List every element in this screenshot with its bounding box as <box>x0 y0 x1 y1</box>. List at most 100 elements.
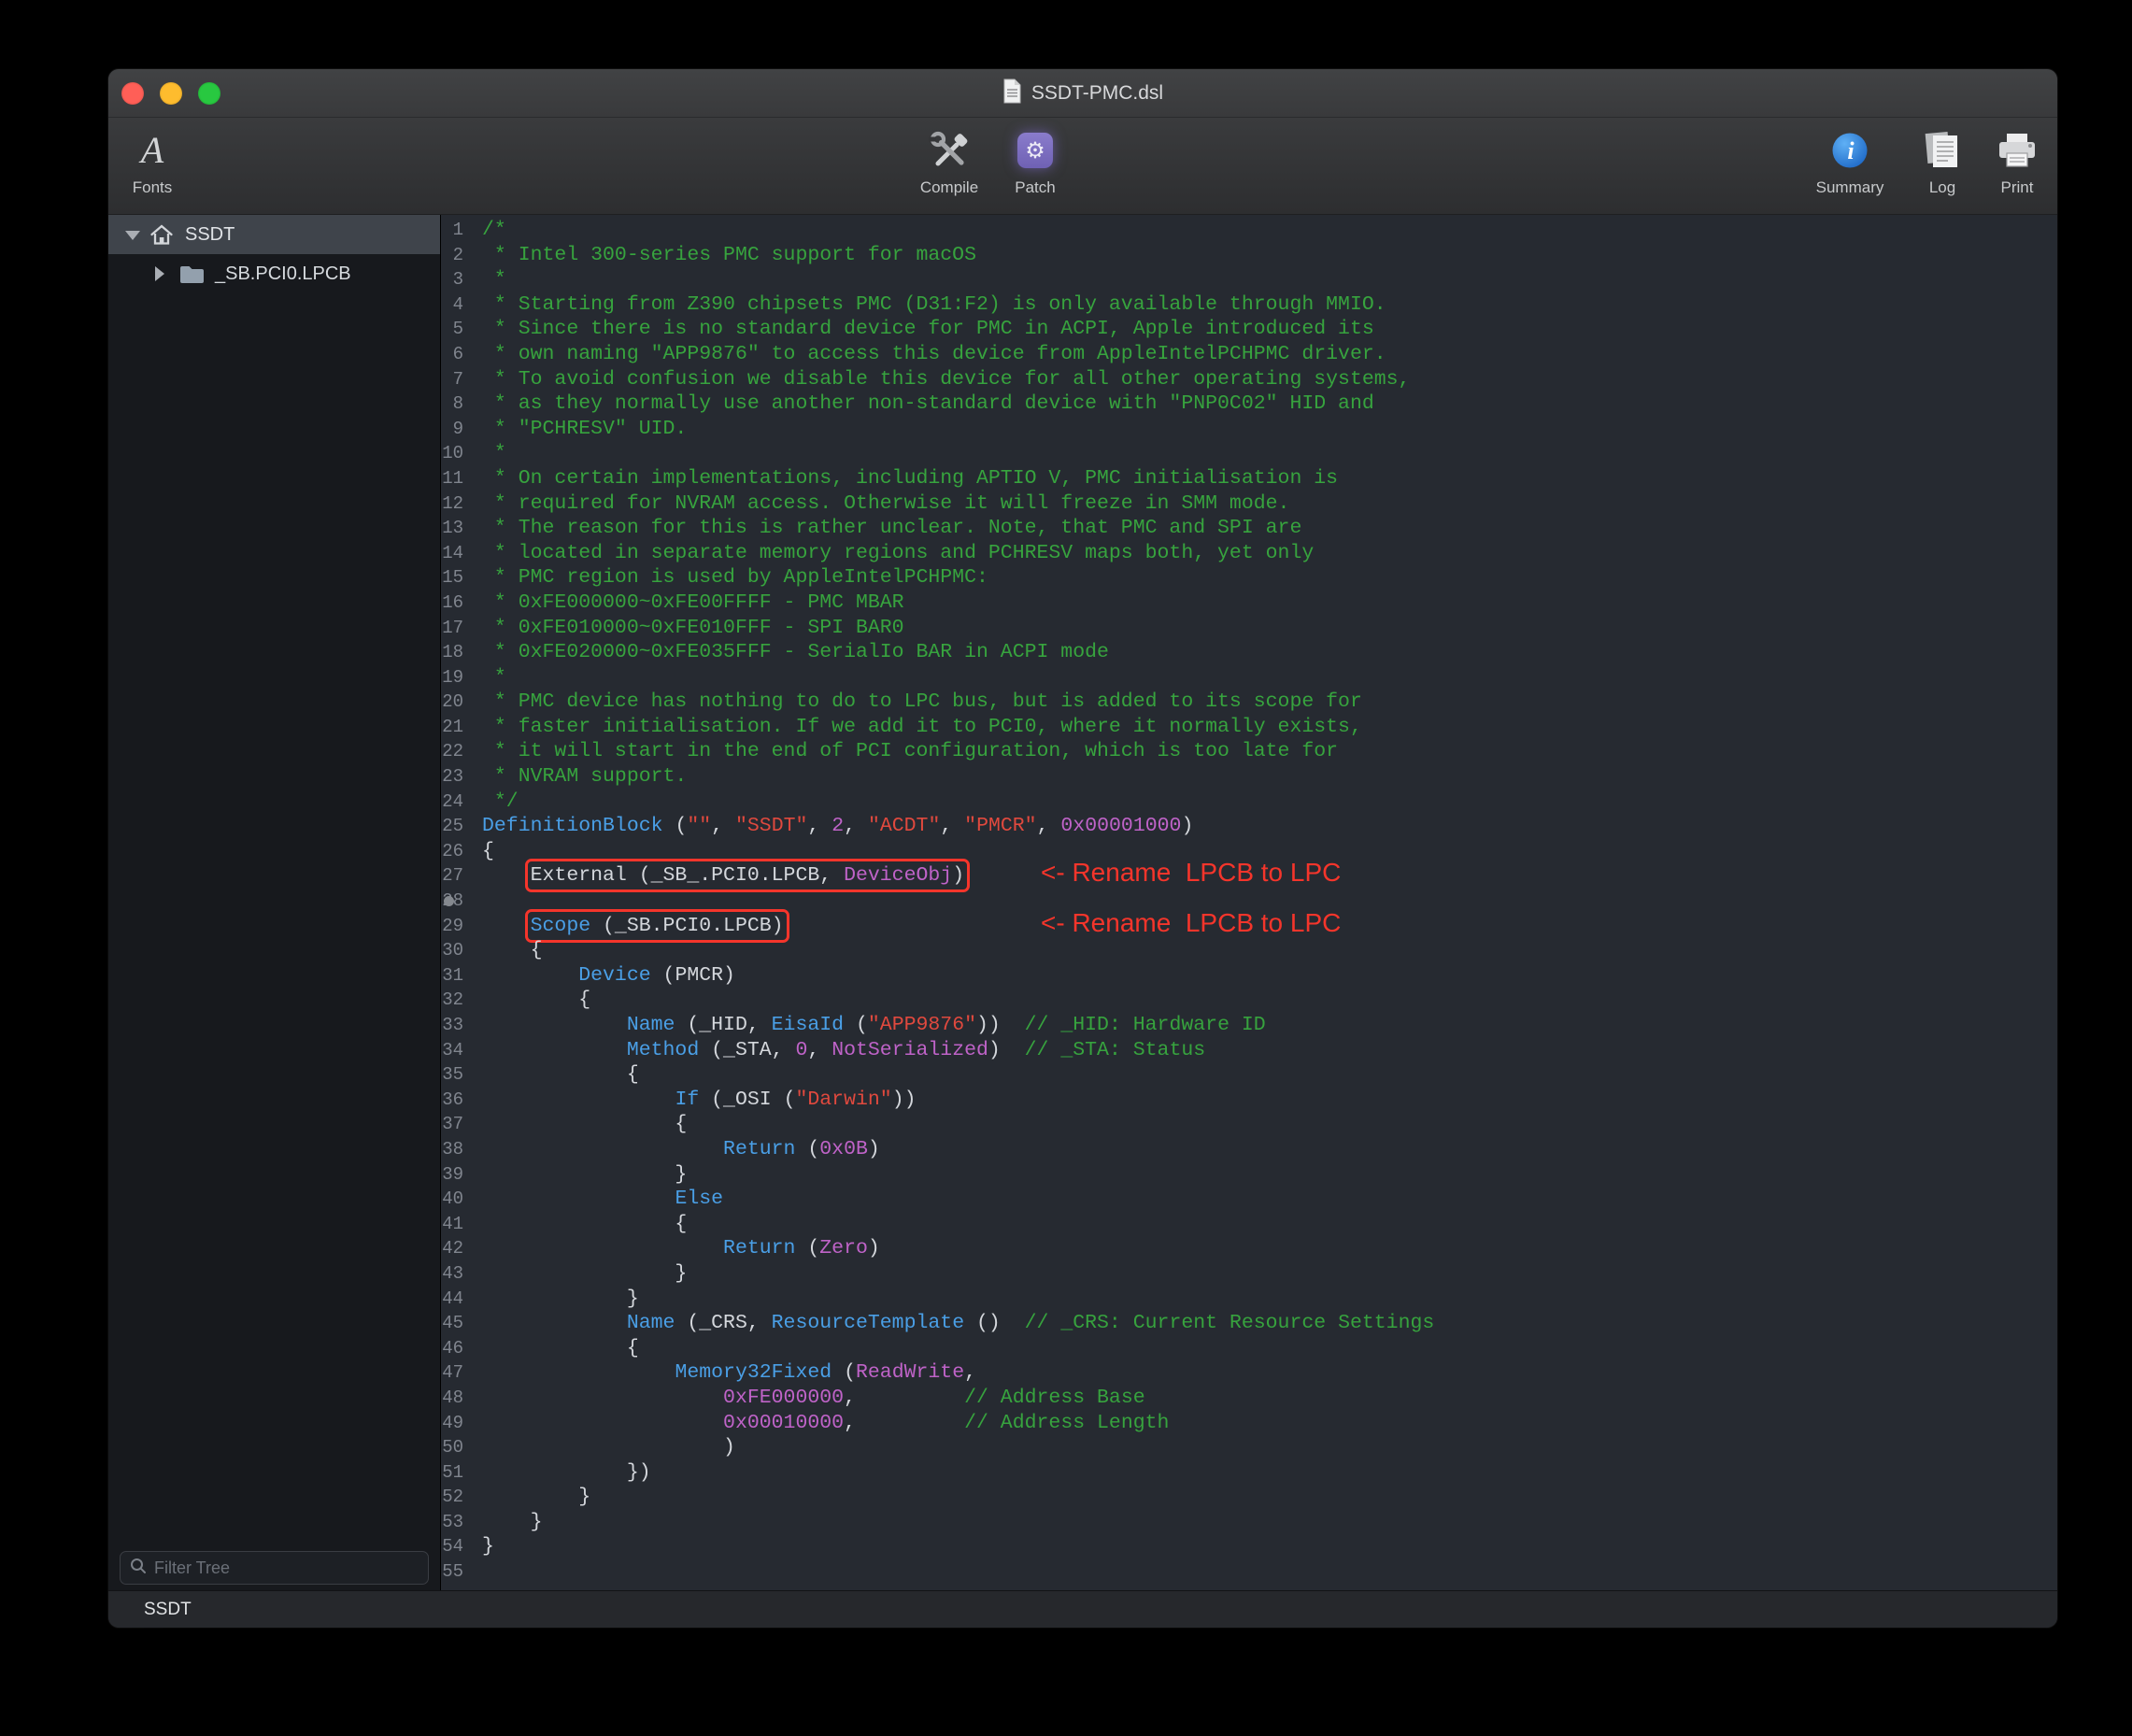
code-line: 6 * own naming "APP9876" to access this … <box>441 342 2057 367</box>
summary-label: Summary <box>1816 178 1884 197</box>
main-content: SSDT _SB.PCI0.LPCB <box>108 215 2057 1590</box>
traffic-lights <box>121 82 220 105</box>
code-line: 15 * PMC region is used by AppleIntelPCH… <box>441 565 2057 591</box>
line-number: 42 <box>441 1236 482 1261</box>
code-line: 27 External (_SB_.PCI0.LPCB, DeviceObj)<… <box>441 863 2057 889</box>
line-number: 51 <box>441 1460 482 1486</box>
line-number: 35 <box>441 1062 482 1088</box>
close-button[interactable] <box>121 82 144 105</box>
code-line: 34 Method (_STA, 0, NotSerialized) // _S… <box>441 1038 2057 1063</box>
line-number: 2 <box>441 243 482 268</box>
code-editor[interactable]: 1/*2 * Intel 300-series PMC support for … <box>441 215 2057 1590</box>
printer-icon <box>1996 124 2039 176</box>
annotation-box: External (_SB_.PCI0.LPCB, DeviceObj) <box>531 864 965 887</box>
code-line: 10 * <box>441 441 2057 466</box>
summary-button[interactable]: i Summary <box>1811 124 1889 197</box>
code-line: 17 * 0xFE010000~0xFE010FFF - SPI BAR0 <box>441 616 2057 641</box>
line-number: 1 <box>441 218 482 243</box>
code-line: 2 * Intel 300-series PMC support for mac… <box>441 243 2057 268</box>
annotation-box: Scope (_SB.PCI0.LPCB) <box>531 915 784 937</box>
line-number: 47 <box>441 1360 482 1386</box>
code-line: 19 * <box>441 665 2057 690</box>
filter-tree-input[interactable] <box>154 1558 419 1578</box>
search-icon <box>130 1558 147 1579</box>
filter-tree-box <box>120 1551 429 1585</box>
sidebar-item-sb-pci0-lpcb[interactable]: _SB.PCI0.LPCB <box>108 254 440 293</box>
zoom-button[interactable] <box>198 82 220 105</box>
compile-button[interactable]: Compile <box>910 124 988 197</box>
log-label: Log <box>1929 178 1955 197</box>
code-line: 5 * Since there is no standard device fo… <box>441 317 2057 342</box>
sidebar-item-ssdt[interactable]: SSDT <box>108 215 440 254</box>
code-line: 12 * required for NVRAM access. Otherwis… <box>441 491 2057 517</box>
line-number: 23 <box>441 764 482 790</box>
code-line: 38 Return (0x0B) <box>441 1137 2057 1162</box>
code-line: 13 * The reason for this is rather uncle… <box>441 516 2057 541</box>
patch-label: Patch <box>1015 178 1055 197</box>
line-number: 15 <box>441 565 482 591</box>
line-number: 7 <box>441 367 482 392</box>
line-number: 6 <box>441 342 482 367</box>
line-number: 19 <box>441 665 482 690</box>
toolbar: A Fonts Compile ⚙ Patch <box>108 118 2057 215</box>
code-line: 23 * NVRAM support. <box>441 764 2057 790</box>
fonts-icon: A <box>141 132 163 169</box>
svg-text:i: i <box>1847 137 1855 164</box>
disclosure-triangle-down-icon[interactable] <box>125 231 140 240</box>
line-number: 41 <box>441 1212 482 1237</box>
line-number: 10 <box>441 441 482 466</box>
patch-button[interactable]: ⚙ Patch <box>996 124 1074 197</box>
sidebar: SSDT _SB.PCI0.LPCB <box>108 215 441 1590</box>
disclosure-triangle-right-icon[interactable] <box>155 266 164 281</box>
code-line: 44 } <box>441 1287 2057 1312</box>
info-icon: i <box>1831 124 1869 176</box>
line-number: 12 <box>441 491 482 517</box>
line-number: 17 <box>441 616 482 641</box>
status-text: SSDT <box>144 1600 192 1620</box>
line-marker-dot <box>444 896 454 906</box>
code-line: 25DefinitionBlock ("", "SSDT", 2, "ACDT"… <box>441 814 2057 839</box>
line-number: 20 <box>441 690 482 715</box>
code-line: 51 }) <box>441 1460 2057 1486</box>
line-number: 22 <box>441 739 482 764</box>
code-line: 8 * as they normally use another non-sta… <box>441 391 2057 417</box>
window-title: SSDT-PMC.dsl <box>1031 82 1163 105</box>
window-title-group: SSDT-PMC.dsl <box>1002 78 1163 108</box>
code-line: 55 <box>441 1559 2057 1585</box>
code-line: 39 } <box>441 1162 2057 1188</box>
line-number: 43 <box>441 1261 482 1287</box>
line-number: 13 <box>441 516 482 541</box>
line-number: 37 <box>441 1112 482 1137</box>
line-number: 34 <box>441 1038 482 1063</box>
code-line: 16 * 0xFE000000~0xFE00FFFF - PMC MBAR <box>441 591 2057 616</box>
code-line: 3 * <box>441 267 2057 292</box>
line-number: 29 <box>441 914 482 939</box>
line-number: 30 <box>441 938 482 963</box>
log-button[interactable]: Log <box>1903 124 1982 197</box>
code-line: 20 * PMC device has nothing to do to LPC… <box>441 690 2057 715</box>
line-number: 45 <box>441 1311 482 1336</box>
code-line: 52 } <box>441 1485 2057 1510</box>
title-bar[interactable]: SSDT-PMC.dsl <box>108 69 2057 118</box>
code-line: 30 { <box>441 938 2057 963</box>
line-number: 9 <box>441 417 482 442</box>
code-line: 41 { <box>441 1212 2057 1237</box>
line-number: 26 <box>441 839 482 864</box>
app-window: SSDT-PMC.dsl A Fonts Compile ⚙ <box>108 69 2057 1628</box>
fonts-button[interactable]: A Fonts <box>113 124 192 197</box>
code-line: 31 Device (PMCR) <box>441 963 2057 989</box>
compile-tools-icon <box>928 124 971 176</box>
line-number: 36 <box>441 1088 482 1113</box>
code-line: 24 */ <box>441 790 2057 815</box>
line-number: 18 <box>441 640 482 665</box>
folder-icon <box>179 264 205 290</box>
code-line: 40 Else <box>441 1187 2057 1212</box>
code-line: 42 Return (Zero) <box>441 1236 2057 1261</box>
line-number: 8 <box>441 391 482 417</box>
print-button[interactable]: Print <box>1978 124 2056 197</box>
line-number: 16 <box>441 591 482 616</box>
line-number: 25 <box>441 814 482 839</box>
line-number: 39 <box>441 1162 482 1188</box>
minimize-button[interactable] <box>160 82 182 105</box>
log-pages-icon <box>1923 124 1962 176</box>
